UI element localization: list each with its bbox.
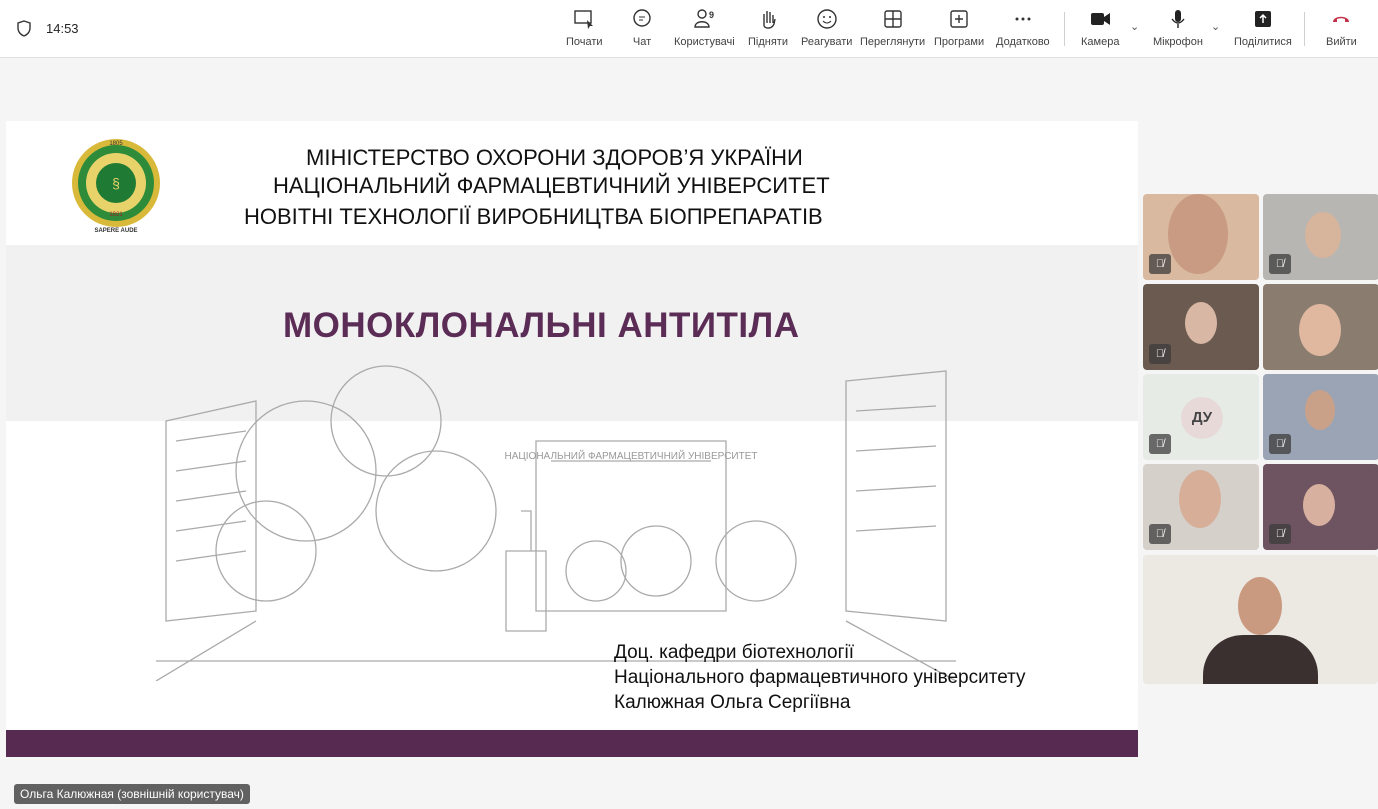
divider bbox=[1304, 12, 1305, 46]
divider bbox=[1064, 12, 1065, 46]
author-position: Доц. кафедри біотехнології bbox=[614, 642, 855, 663]
apps-button[interactable]: Програми bbox=[934, 8, 984, 48]
university-seal-logo: 1805 1921 SAPERE AUDE § bbox=[72, 139, 160, 234]
slide-title: МОНОКЛОНАЛЬНІ АНТИТІЛА bbox=[283, 306, 800, 345]
share-button[interactable]: Поділитися bbox=[1234, 8, 1292, 48]
participant-video-tile[interactable]: 🎙̸ bbox=[1143, 464, 1259, 550]
ministry-heading: МІНІСТЕРСТВО ОХОРОНИ ЗДОРОВ’Я УКРАЇНИ bbox=[306, 145, 803, 170]
camera-options-chevron-icon[interactable]: ⌄ bbox=[1130, 20, 1139, 33]
muted-mic-icon: 🎙̸ bbox=[1149, 344, 1171, 364]
author-affiliation: Національного фармацевтичного університе… bbox=[614, 667, 1026, 688]
mic-options-chevron-icon[interactable]: ⌄ bbox=[1211, 20, 1220, 33]
svg-text:SAPERE AUDE: SAPERE AUDE bbox=[94, 228, 137, 234]
participant-video-tile[interactable]: 🎙̸ bbox=[1263, 374, 1378, 460]
users-button[interactable]: 9 Користувачі bbox=[674, 8, 735, 48]
slide-footer-bar bbox=[6, 730, 1138, 757]
participant-initials-avatar: ДУ bbox=[1181, 397, 1223, 439]
presenter-video-tile[interactable] bbox=[1143, 555, 1378, 684]
hang-up-icon bbox=[1333, 16, 1350, 22]
smiley-icon bbox=[816, 9, 837, 29]
chat-button[interactable]: Чат bbox=[631, 8, 653, 48]
muted-mic-icon: 🎙̸ bbox=[1149, 254, 1171, 274]
people-icon: 9 bbox=[694, 9, 714, 28]
camera-button[interactable]: Камера bbox=[1081, 8, 1119, 48]
grid-icon bbox=[883, 10, 902, 28]
muted-mic-icon: 🎙̸ bbox=[1269, 254, 1291, 274]
participant-video-tile[interactable] bbox=[1263, 284, 1378, 370]
university-heading: НАЦІОНАЛЬНИЙ ФАРМАЦЕВТИЧНИЙ УНІВЕРСИТЕТ bbox=[273, 173, 830, 198]
shield-icon bbox=[17, 20, 31, 37]
svg-text:НАЦІОНАЛЬНИЙ ФАРМАЦЕВТИЧНИЙ УН: НАЦІОНАЛЬНИЙ ФАРМАЦЕВТИЧНИЙ УНІВЕРСИТЕТ bbox=[504, 449, 757, 462]
shared-presentation-slide: 1805 1921 SAPERE AUDE § МІНІСТЕРСТВО ОХО… bbox=[6, 121, 1138, 757]
svg-text:1921: 1921 bbox=[109, 212, 123, 218]
chat-icon bbox=[633, 9, 651, 27]
screen-cursor-icon bbox=[574, 10, 594, 29]
ellipsis-icon bbox=[1015, 17, 1031, 21]
campus-sketch-illustration: НАЦІОНАЛЬНИЙ ФАРМАЦЕВТИЧНИЙ УНІВЕРСИТЕТ bbox=[156, 365, 956, 681]
author-name: Калюжная Ольга Сергіївна bbox=[614, 692, 851, 713]
meeting-toolbar: 14:53 Почати Чат 9 Користувачі Підняти Ре… bbox=[0, 0, 1378, 58]
participant-video-tile[interactable]: 🎙̸ bbox=[1143, 284, 1259, 370]
course-heading: НОВІТНІ ТЕХНОЛОГІЇ ВИРОБНИЦТВА БІОПРЕПАР… bbox=[244, 204, 823, 229]
hand-icon bbox=[763, 11, 776, 29]
svg-text:§: § bbox=[112, 175, 120, 191]
start-button[interactable]: Почати bbox=[566, 8, 603, 48]
muted-mic-icon: 🎙̸ bbox=[1269, 434, 1291, 454]
muted-mic-icon: 🎙̸ bbox=[1149, 434, 1171, 454]
muted-mic-icon: 🎙̸ bbox=[1269, 524, 1291, 544]
participant-video-tile[interactable]: 🎙̸ bbox=[1263, 194, 1378, 280]
react-button[interactable]: Реагувати bbox=[801, 8, 852, 48]
more-button[interactable]: Додатково bbox=[996, 8, 1050, 48]
leave-button[interactable]: Вийти bbox=[1326, 8, 1357, 48]
participant-initials-tile[interactable]: ДУ 🎙̸ bbox=[1143, 374, 1259, 460]
share-icon bbox=[1254, 11, 1271, 27]
plus-box-icon bbox=[950, 10, 968, 28]
microphone-button[interactable]: Мікрофон bbox=[1153, 8, 1203, 48]
presenter-name-label: Ольга Калюжная (зовнішній користувач) bbox=[14, 784, 250, 804]
svg-text:9: 9 bbox=[709, 10, 714, 20]
meeting-timer: 14:53 bbox=[46, 21, 79, 36]
participant-video-tile[interactable]: 🎙̸ bbox=[1143, 194, 1259, 280]
muted-mic-icon: 🎙̸ bbox=[1149, 524, 1171, 544]
svg-text:1805: 1805 bbox=[109, 141, 123, 147]
participant-video-tile[interactable]: 🎙̸ bbox=[1263, 464, 1378, 550]
camera-icon bbox=[1091, 13, 1111, 25]
microphone-icon bbox=[1171, 10, 1185, 28]
view-button[interactable]: Переглянути bbox=[860, 8, 925, 48]
raise-hand-button[interactable]: Підняти bbox=[748, 8, 788, 48]
